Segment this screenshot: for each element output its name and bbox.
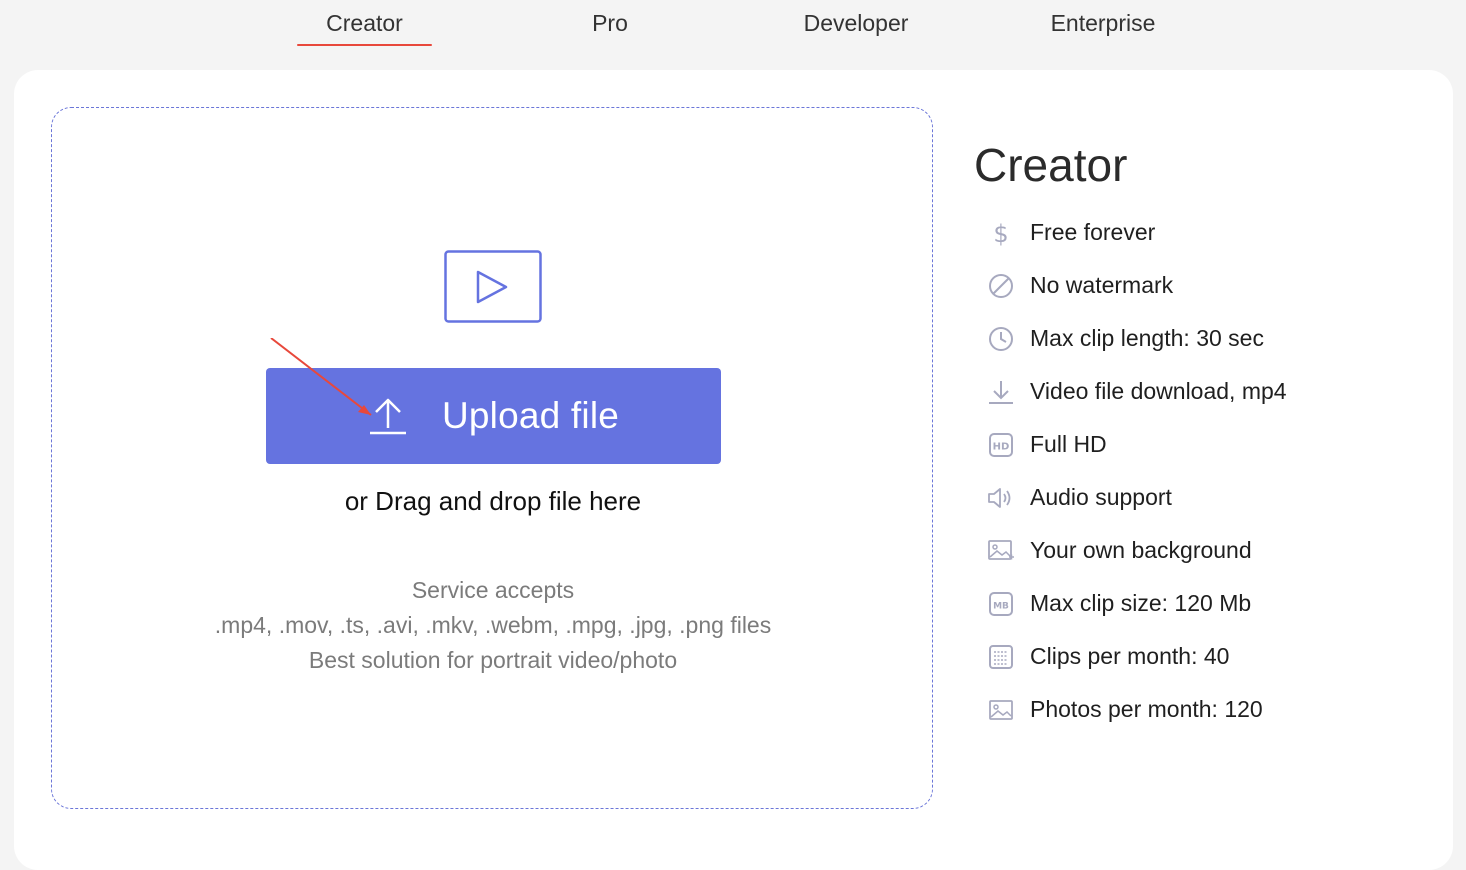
tab-enterprise[interactable]: Enterprise: [1034, 8, 1172, 46]
download-icon: [987, 378, 1015, 406]
video-play-icon: [444, 250, 542, 323]
feature-item: No watermark: [987, 259, 1287, 312]
no-watermark-icon: [987, 272, 1015, 300]
feature-label: Clips per month: 40: [1030, 643, 1230, 669]
calendar-icon: [987, 643, 1015, 671]
feature-item: Max clip length: 30 sec: [987, 312, 1287, 365]
accepts-line: Service accepts: [411, 577, 575, 603]
tab-pro[interactable]: Pro: [572, 8, 648, 46]
feature-item: Photos per month: 120: [987, 683, 1287, 736]
upload-file-label: Upload file: [441, 395, 620, 436]
upload-arrow-icon: [369, 398, 406, 435]
feature-label: Video file download, mp4: [1030, 378, 1287, 404]
hd-icon: HD: [987, 431, 1015, 459]
feature-label: Audio support: [1030, 484, 1172, 510]
feature-list: $ Free forever No watermark Max clip len…: [987, 206, 1287, 736]
tab-creator[interactable]: Creator: [297, 8, 432, 46]
feature-label: Free forever: [1030, 219, 1156, 245]
feature-label: Max clip length: 30 sec: [1030, 325, 1264, 351]
feature-label: Max clip size: 120 Mb: [1030, 590, 1252, 616]
photo-icon: [987, 696, 1015, 724]
feature-item: Your own background: [987, 524, 1287, 577]
feature-item: Audio support: [987, 471, 1287, 524]
upload-dropzone[interactable]: Upload file or Drag and drop file here S…: [51, 107, 933, 809]
audio-icon: [987, 484, 1015, 512]
tab-developer[interactable]: Developer: [786, 8, 926, 46]
mb-icon: MB: [987, 590, 1015, 618]
plan-title: Creator: [974, 139, 1128, 191]
svg-text:HD: HD: [993, 441, 1010, 452]
feature-item: HD Full HD: [987, 418, 1287, 471]
feature-label: No watermark: [1030, 272, 1174, 298]
clock-icon: [987, 325, 1015, 353]
dollar-icon: $: [987, 219, 1015, 247]
feature-item: Clips per month: 40: [987, 630, 1287, 683]
plan-card: Upload file or Drag and drop file here S…: [14, 70, 1453, 870]
accepts-formats-line: .mp4, .mov, .ts, .avi, .mkv, .webm, .mpg…: [214, 612, 772, 638]
feature-item: $ Free forever: [987, 206, 1287, 259]
background-image-icon: [987, 537, 1015, 565]
feature-label: Full HD: [1030, 431, 1107, 457]
feature-item: Video file download, mp4: [987, 365, 1287, 418]
feature-item: MB Max clip size: 120 Mb: [987, 577, 1287, 630]
upload-file-button[interactable]: Upload file: [266, 368, 721, 464]
feature-label: Photos per month: 120: [1030, 696, 1263, 722]
plan-tabs: Creator Pro Developer Enterprise: [0, 0, 1466, 60]
svg-text:MB: MB: [993, 601, 1009, 611]
drag-drop-text: or Drag and drop file here: [344, 486, 642, 516]
accepted-formats: Service accepts .mp4, .mov, .ts, .avi, .…: [52, 573, 934, 678]
feature-label: Your own background: [1030, 537, 1252, 563]
svg-text:$: $: [993, 220, 1008, 246]
accepts-note-line: Best solution for portrait video/photo: [308, 647, 678, 673]
